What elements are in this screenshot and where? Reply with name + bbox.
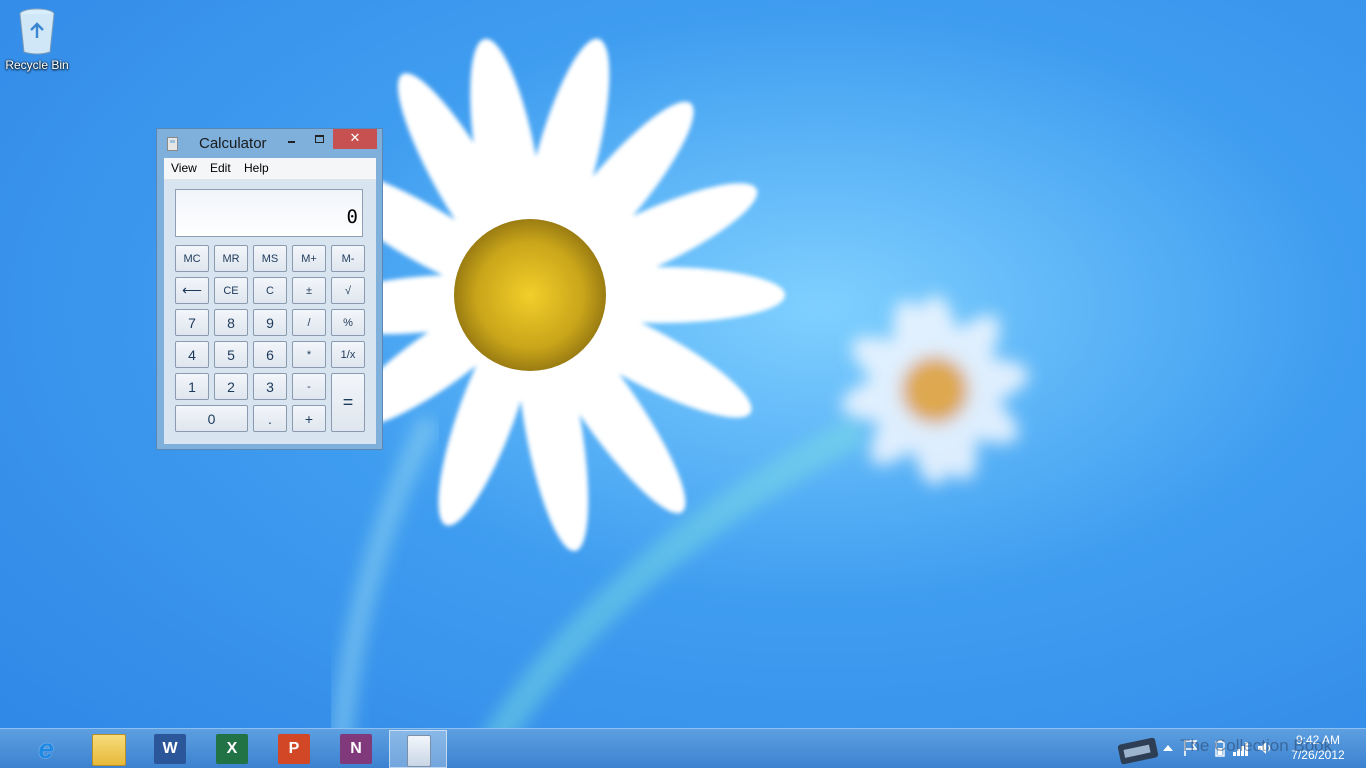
calculator-body: View Edit Help 0 MC MR MS M+ M- ⟵ CE C ±… (164, 158, 376, 444)
calculator-window: Calculator ✕ View Edit Help 0 MC MR MS M… (156, 128, 383, 450)
key-ms[interactable]: MS (253, 245, 287, 272)
key-backspace[interactable]: ⟵ (175, 277, 209, 304)
taskbar-calculator[interactable] (389, 730, 447, 768)
calculator-titlebar[interactable]: Calculator ✕ (157, 129, 382, 157)
recycle-bin-shortcut[interactable]: Recycle Bin (4, 6, 70, 72)
key-4[interactable]: 4 (175, 341, 209, 368)
menu-bar: View Edit Help (164, 158, 376, 180)
key-0[interactable]: 0 (175, 405, 248, 432)
menu-edit[interactable]: Edit (210, 161, 231, 175)
folder-icon (92, 734, 126, 766)
calculator-display: 0 (175, 189, 363, 237)
taskbar-powerpoint[interactable]: P (265, 730, 323, 768)
maximize-button[interactable] (306, 129, 332, 149)
ie-icon: e (38, 733, 54, 764)
key-9[interactable]: 9 (253, 309, 287, 336)
key-plus-minus[interactable]: ± (292, 277, 326, 304)
key-equals[interactable]: = (331, 373, 365, 432)
taskbar-onenote[interactable]: N (327, 730, 385, 768)
key-mr[interactable]: MR (214, 245, 248, 272)
minimize-button[interactable] (278, 129, 304, 149)
recycle-bin-label: Recycle Bin (5, 58, 69, 72)
touch-keyboard-icon[interactable] (1116, 733, 1166, 765)
key-decimal[interactable]: . (253, 405, 287, 432)
taskbar-file-explorer[interactable] (79, 730, 137, 768)
key-sqrt[interactable]: √ (331, 277, 365, 304)
key-divide[interactable]: / (292, 309, 326, 336)
key-clear[interactable]: C (253, 277, 287, 304)
show-hidden-icons-chevron-icon[interactable] (1162, 743, 1174, 753)
powerpoint-icon: P (278, 734, 310, 764)
calculator-app-icon[interactable] (167, 137, 178, 151)
key-m-plus[interactable]: M+ (292, 245, 326, 272)
display-value: 0 (346, 206, 358, 228)
key-5[interactable]: 5 (214, 341, 248, 368)
key-3[interactable]: 3 (253, 373, 287, 400)
key-percent[interactable]: % (331, 309, 365, 336)
key-m-minus[interactable]: M- (331, 245, 365, 272)
word-icon: W (154, 734, 186, 764)
key-1[interactable]: 1 (175, 373, 209, 400)
menu-help[interactable]: Help (244, 161, 269, 175)
key-8[interactable]: 8 (214, 309, 248, 336)
key-2[interactable]: 2 (214, 373, 248, 400)
close-button[interactable]: ✕ (333, 129, 377, 149)
key-6[interactable]: 6 (253, 341, 287, 368)
taskbar-excel[interactable]: X (203, 730, 261, 768)
recycle-bin-icon (19, 8, 55, 55)
taskbar-internet-explorer[interactable]: e (17, 730, 75, 768)
excel-icon: X (216, 734, 248, 764)
key-ce[interactable]: CE (214, 277, 248, 304)
taskbar-word[interactable]: W (141, 730, 199, 768)
onenote-icon: N (340, 734, 372, 764)
key-mc[interactable]: MC (175, 245, 209, 272)
key-reciprocal[interactable]: 1/x (331, 341, 365, 368)
key-subtract[interactable]: - (292, 373, 326, 400)
window-title: Calculator (199, 135, 267, 152)
key-multiply[interactable]: * (292, 341, 326, 368)
watermark-text: The Collection Book (1180, 736, 1333, 755)
key-add[interactable]: + (292, 405, 326, 432)
taskbar: e W X P N 9:42 AM 7/26/2012 (0, 728, 1366, 768)
key-7[interactable]: 7 (175, 309, 209, 336)
calculator-icon (407, 735, 431, 767)
menu-view[interactable]: View (171, 161, 197, 175)
